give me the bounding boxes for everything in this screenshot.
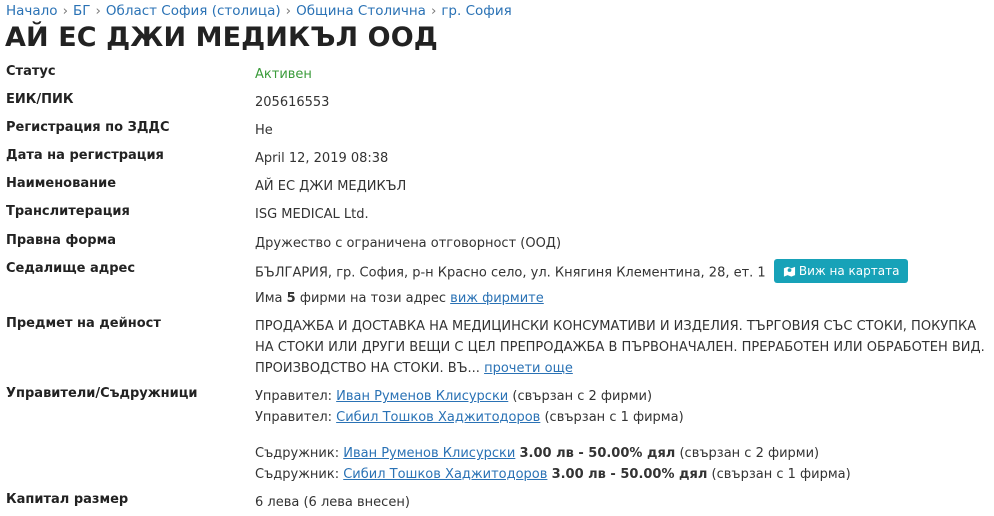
- firms-suffix: фирми на този адрес: [299, 291, 447, 306]
- reg-date-value: April 12, 2019 08:38: [255, 151, 389, 166]
- legal-form-value: Дружество с ограничена отговорност (ООД): [255, 236, 562, 251]
- firms-prefix: Има: [255, 291, 283, 306]
- field-label: Наименование: [6, 176, 117, 191]
- manager-name-link[interactable]: Иван Руменов Клисурски: [336, 389, 508, 404]
- breadcrumb-country[interactable]: БГ: [73, 3, 91, 19]
- field-label: Правна форма: [6, 233, 116, 248]
- field-label: Статус: [6, 64, 56, 79]
- manager-note: (свързан с 2 фирми): [512, 389, 653, 404]
- page-title: АЙ ЕС ДЖИ МЕДИКЪЛ ООД: [5, 22, 438, 53]
- partner-share: 3.00 лв - 50.00% дял: [519, 446, 676, 461]
- breadcrumb-separator: ›: [430, 3, 437, 19]
- partner-name-link[interactable]: Сибил Тошков Хаджитодоров: [343, 467, 547, 482]
- partner-share: 3.00 лв - 50.00% дял: [551, 467, 708, 482]
- partner-name-link[interactable]: Иван Руменов Клисурски: [343, 446, 515, 461]
- breadcrumb-separator: ›: [95, 3, 101, 19]
- activity-line: НА СТОКИ ИЛИ ДРУГИ ВЕЩИ С ЦЕЛ ПРЕПРОДАЖБ…: [255, 340, 985, 355]
- managers-block: Управител: Иван Руменов Клисурски (свърз…: [255, 386, 988, 485]
- view-on-map-button[interactable]: Виж на картата: [773, 259, 909, 283]
- name-value: АЙ ЕС ДЖИ МЕДИКЪЛ: [255, 179, 407, 194]
- field-label: Транслитерация: [6, 204, 130, 219]
- address-block: БЪЛГАРИЯ, гр. София, р-н Красно село, ул…: [255, 259, 988, 309]
- partner-role: Съдружник:: [255, 446, 340, 461]
- breadcrumb-region[interactable]: Област София (столица): [106, 3, 281, 19]
- breadcrumb-separator: ›: [62, 3, 68, 19]
- status-value: Активен: [255, 67, 312, 82]
- view-on-map-label: Виж на картата: [798, 264, 900, 278]
- partner-note: (свързан с 2 фирми): [679, 446, 820, 461]
- partner-note: (свързан с 1 фирма): [711, 467, 851, 482]
- firms-count: 5: [286, 291, 296, 306]
- view-firms-link[interactable]: виж фирмите: [450, 291, 544, 306]
- vat-value: Не: [255, 123, 273, 138]
- field-label: Дата на регистрация: [6, 148, 164, 163]
- manager-role: Управител:: [255, 389, 333, 404]
- manager-entry: Управител: Сибил Тошков Хаджитодоров (св…: [255, 407, 988, 428]
- address-value: БЪЛГАРИЯ, гр. София, р-н Красно село, ул…: [255, 265, 766, 281]
- manager-role: Управител:: [255, 410, 333, 425]
- field-label: Регистрация по ЗДДС: [6, 120, 170, 135]
- read-more-link[interactable]: прочети още: [484, 361, 573, 376]
- breadcrumb-city[interactable]: гр. София: [441, 3, 511, 19]
- manager-name-link[interactable]: Сибил Тошков Хаджитодоров: [336, 410, 540, 425]
- manager-entry: Управител: Иван Руменов Клисурски (свърз…: [255, 386, 988, 407]
- activity-line: ПРОДАЖБА И ДОСТАВКА НА МЕДИЦИНСКИ КОНСУМ…: [255, 319, 977, 334]
- breadcrumb-home[interactable]: Начало: [6, 3, 58, 19]
- breadcrumb-separator: ›: [285, 3, 292, 19]
- activity-line: ПРОИЗВОДСТВО НА СТОКИ. ВЪ...: [255, 361, 480, 376]
- field-label: Седалище адрес: [6, 261, 136, 276]
- field-label: ЕИК/ПИК: [6, 92, 74, 107]
- partner-role: Съдружник:: [255, 467, 340, 482]
- map-marker-icon: [783, 266, 795, 277]
- capital-value: 6 лева (6 лева внесен): [255, 495, 410, 510]
- transliteration-value: ISG MEDICAL Ltd.: [255, 207, 369, 222]
- activity-block: ПРОДАЖБА И ДОСТАВКА НА МЕДИЦИНСКИ КОНСУМ…: [255, 316, 988, 379]
- field-label: Капитал размер: [6, 492, 129, 507]
- eik-value: 205616553: [255, 95, 330, 110]
- partner-entry: Съдружник: Сибил Тошков Хаджитодоров 3.0…: [255, 464, 988, 485]
- field-label: Управители/Съдружници: [6, 386, 198, 401]
- breadcrumb-municipality[interactable]: Община Столична: [296, 3, 426, 19]
- field-label: Предмет на дейност: [6, 316, 161, 331]
- breadcrumb: Начало › БГ › Област София (столица) › Община …: [6, 3, 512, 19]
- manager-note: (свързан с 1 фирма): [544, 410, 684, 425]
- partner-entry: Съдружник: Иван Руменов Клисурски 3.00 л…: [255, 443, 988, 464]
